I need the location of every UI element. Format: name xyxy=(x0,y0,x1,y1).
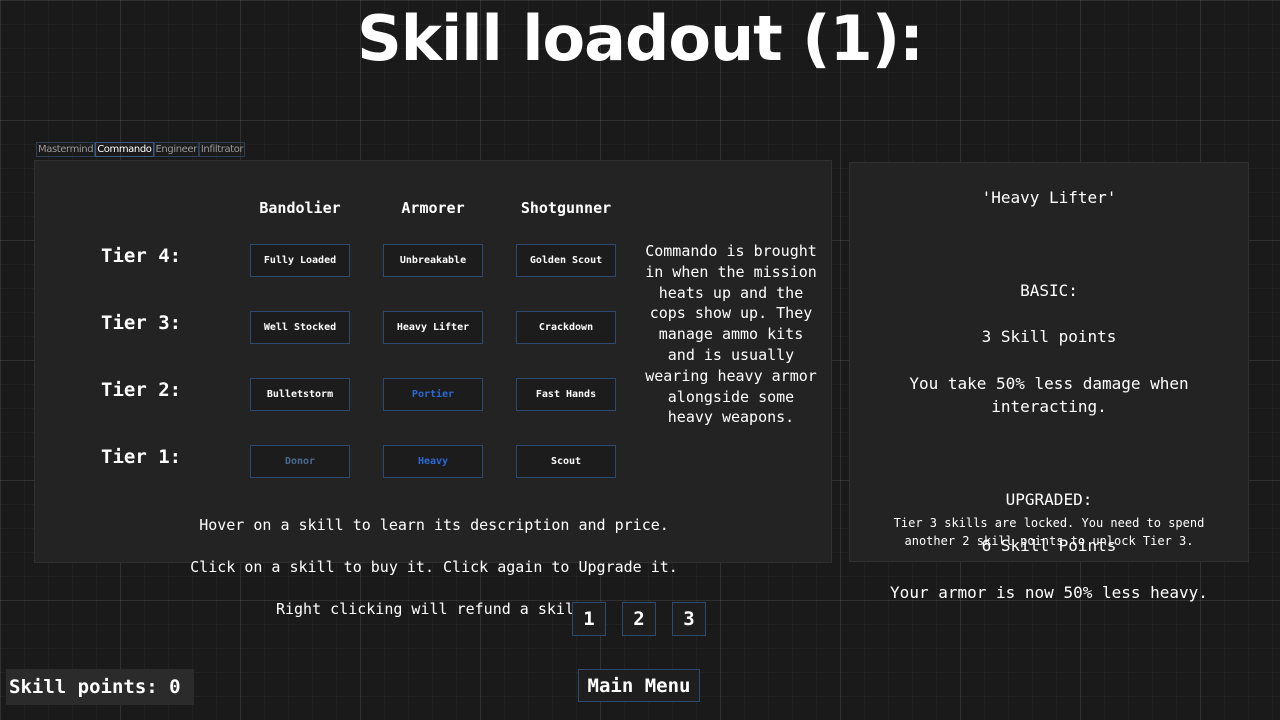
class-description: Commando is brought in when the mission … xyxy=(645,242,817,427)
skill-points-counter: Skill points: 0 xyxy=(6,669,194,705)
skill-donor[interactable]: Donor xyxy=(250,445,350,478)
skill-scout[interactable]: Scout xyxy=(516,445,616,478)
skill-info-panel: 'Heavy Lifter' BASIC: 3 Skill points You… xyxy=(849,162,1249,602)
loadout-page-1-button[interactable]: 1 xyxy=(572,602,606,636)
loadout-page-3-button[interactable]: 3 xyxy=(672,602,706,636)
tier-1-label: Tier 1: xyxy=(101,446,182,468)
help-line-hover: Hover on a skill to learn its descriptio… xyxy=(199,516,669,534)
skill-info-name: 'Heavy Lifter' xyxy=(981,188,1117,208)
tier-lock-message: Tier 3 skills are locked. You need to sp… xyxy=(893,516,1205,548)
skill-tree-panel: Bandolier Armorer Shotgunner Tier 4: Tie… xyxy=(34,160,832,618)
tier-2-label: Tier 2: xyxy=(101,379,182,401)
help-line-refund: Right clicking will refund a skill. xyxy=(275,600,593,618)
column-header-armorer: Armorer xyxy=(401,199,465,217)
loadout-page-2-button[interactable]: 2 xyxy=(622,602,656,636)
basic-header: BASIC: xyxy=(1020,281,1078,300)
upgraded-header: UPGRADED: xyxy=(1005,489,1093,509)
skill-crackdown[interactable]: Crackdown xyxy=(516,311,616,344)
skill-heavy-lifter[interactable]: Heavy Lifter xyxy=(383,311,483,344)
skill-portier[interactable]: Portier xyxy=(383,378,483,411)
basic-cost: 3 Skill points xyxy=(981,327,1117,347)
skill-heavy[interactable]: Heavy xyxy=(383,445,483,478)
tier-4-label: Tier 4: xyxy=(101,245,182,267)
skill-info-text: 'Heavy Lifter' BASIC: 3 Skill points You… xyxy=(850,163,1248,627)
tab-mastermind[interactable]: Mastermind xyxy=(36,142,96,157)
tab-engineer[interactable]: Engineer xyxy=(153,142,199,157)
tab-commando[interactable]: Commando xyxy=(95,142,154,157)
skill-fast-hands[interactable]: Fast Hands xyxy=(516,378,616,411)
column-header-shotgunner: Shotgunner xyxy=(520,199,612,217)
column-header-bandolier: Bandolier xyxy=(259,199,341,217)
upgraded-description: Your armor is now 50% less heavy. xyxy=(890,582,1208,602)
help-line-click: Click on a skill to buy it. Click again … xyxy=(190,558,678,576)
skill-fully-loaded[interactable]: Fully Loaded xyxy=(250,244,350,277)
basic-description: You take 50% less damage when interactin… xyxy=(909,373,1189,417)
skill-bulletstorm[interactable]: Bulletstorm xyxy=(250,378,350,411)
tier-3-label: Tier 3: xyxy=(101,312,182,334)
main-menu-button[interactable]: Main Menu xyxy=(578,669,700,702)
tab-infiltrator[interactable]: Infiltrator xyxy=(198,142,246,157)
page-title: Skill loadout (1): xyxy=(357,2,924,75)
skill-golden-scout[interactable]: Golden Scout xyxy=(516,244,616,277)
help-text: Hover on a skill to learn its descriptio… xyxy=(35,494,833,641)
skill-unbreakable[interactable]: Unbreakable xyxy=(383,244,483,277)
skill-well-stocked[interactable]: Well Stocked xyxy=(250,311,350,344)
class-tabs: Mastermind Commando Engineer Infiltrator xyxy=(36,142,246,157)
